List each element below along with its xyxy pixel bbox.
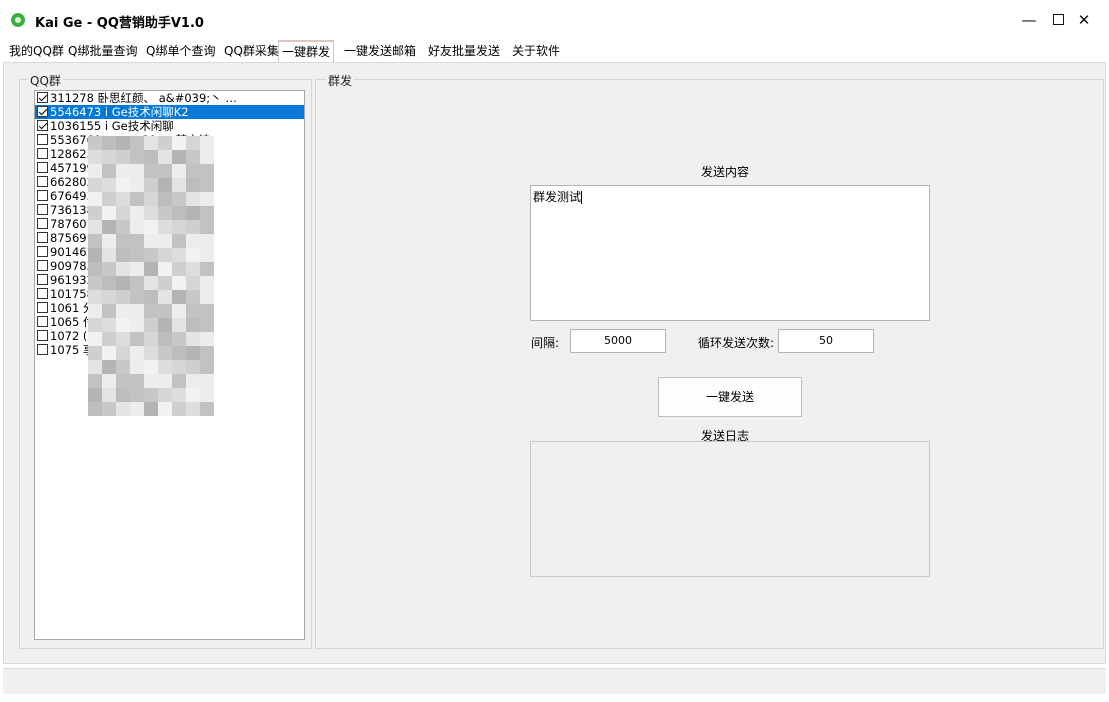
close-button[interactable]: ✕ — [1071, 8, 1097, 32]
checkbox[interactable] — [37, 134, 48, 145]
send-log-textarea[interactable] — [530, 441, 930, 577]
window-title: Kai Ge - QQ营销助手V1.0 — [35, 16, 204, 31]
tab-qq-group-collect[interactable]: QQ群采集 — [221, 41, 282, 62]
checkbox[interactable] — [37, 246, 48, 257]
tab-friend-batch-send[interactable]: 好友批量发送 — [425, 41, 503, 62]
send-content-text: 群发测试 — [533, 190, 582, 204]
checkbox[interactable] — [37, 302, 48, 313]
tab-strip: 我的QQ群 Q绑批量查询 Q绑单个查询 QQ群采集 一键群发 一键发送邮箱 好友… — [0, 40, 1109, 63]
list-item-label: 311278 卧思红颜、 a&#039;丶 … — [50, 91, 237, 105]
checkbox[interactable] — [37, 92, 48, 103]
tab-my-qq-groups[interactable]: 我的QQ群 — [6, 41, 67, 62]
tab-one-click-email[interactable]: 一键发送邮箱 — [341, 41, 419, 62]
tab-about[interactable]: 关于软件 — [509, 41, 563, 62]
checkbox[interactable] — [37, 218, 48, 229]
qq-group-legend: QQ群 — [28, 72, 63, 89]
maximize-button[interactable] — [1045, 8, 1071, 32]
loop-count-input[interactable]: 50 — [778, 329, 874, 353]
checkbox[interactable] — [37, 274, 48, 285]
text-caret — [581, 191, 583, 204]
status-bar — [3, 668, 1106, 694]
checkbox[interactable] — [37, 260, 48, 271]
list-item-label: 1036155 i Ge技术闲聊 — [50, 119, 174, 133]
checkbox[interactable] — [37, 330, 48, 341]
pixelated-redaction — [88, 136, 218, 426]
minimize-button[interactable]: — — [1016, 8, 1042, 32]
send-content-label: 发送内容 — [701, 165, 750, 179]
list-item[interactable]: 1036155 i Ge技术闲聊 — [35, 119, 304, 133]
checkbox[interactable] — [37, 106, 48, 117]
list-item[interactable]: 5546473 i Ge技术闲聊K2 — [35, 105, 304, 119]
checkbox[interactable] — [37, 148, 48, 159]
tab-one-click-group-send[interactable]: 一键群发 — [278, 40, 335, 63]
checkbox[interactable] — [37, 204, 48, 215]
interval-input[interactable]: 5000 — [570, 329, 666, 353]
maximize-icon — [1052, 13, 1064, 25]
app-logo-icon — [11, 13, 25, 27]
tab-q-bind-single-query[interactable]: Q绑单个查询 — [143, 41, 218, 62]
send-content-textarea[interactable]: 群发测试 — [530, 185, 930, 321]
list-item-label: 5546473 i Ge技术闲聊K2 — [50, 105, 189, 119]
checkbox[interactable] — [37, 120, 48, 131]
checkbox[interactable] — [37, 344, 48, 355]
list-item[interactable]: 311278 卧思红颜、 a&#039;丶 … — [35, 91, 304, 105]
checkbox[interactable] — [37, 190, 48, 201]
checkbox[interactable] — [37, 232, 48, 243]
loop-count-label: 循环发送次数: — [698, 336, 775, 350]
checkbox[interactable] — [37, 316, 48, 327]
tab-q-bind-batch-query[interactable]: Q绑批量查询 — [65, 41, 140, 62]
group-send-legend: 群发 — [326, 72, 355, 89]
one-click-send-button[interactable]: 一键发送 — [658, 377, 802, 417]
checkbox[interactable] — [37, 162, 48, 173]
checkbox[interactable] — [37, 176, 48, 187]
tab-content-panel: QQ群 311278 卧思红颜、 a&#039;丶 … 5546473 i Ge技… — [3, 62, 1106, 664]
title-bar: Kai Ge - QQ营销助手V1.0 — ✕ — [0, 0, 1109, 40]
checkbox[interactable] — [37, 288, 48, 299]
interval-label: 间隔: — [531, 336, 560, 350]
